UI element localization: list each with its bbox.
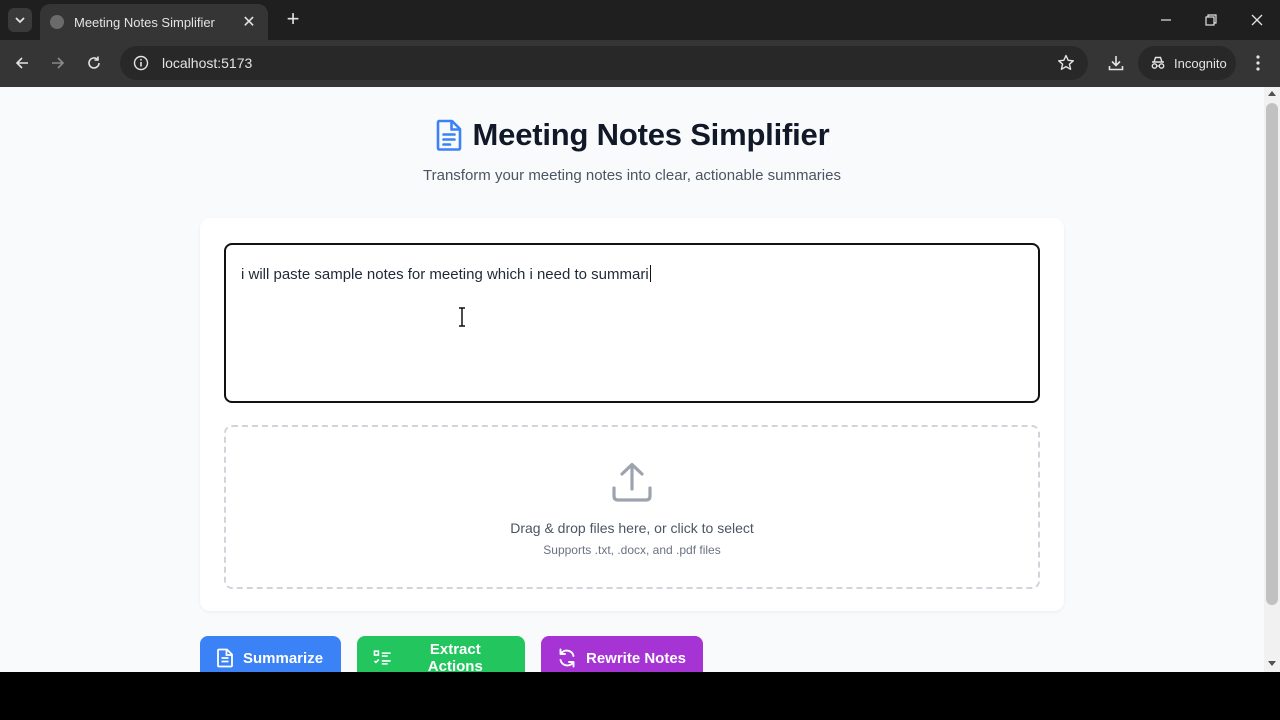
summarize-label: Summarize [243, 649, 324, 667]
browser-tab-bar: Meeting Notes Simplifier ✕ + [0, 0, 1280, 40]
restore-button[interactable] [1191, 6, 1231, 34]
page-header: Meeting Notes Simplifier Transform your … [0, 117, 1264, 184]
address-bar[interactable]: localhost:5173 [120, 46, 1088, 80]
star-icon[interactable] [1056, 53, 1076, 73]
url-text: localhost:5173 [162, 55, 253, 71]
title-row: Meeting Notes Simplifier [0, 117, 1264, 153]
more-vertical-icon [1256, 55, 1260, 71]
document-icon [217, 648, 233, 668]
minimize-button[interactable] [1146, 6, 1186, 34]
back-button[interactable] [8, 49, 36, 77]
scroll-thumb[interactable] [1266, 103, 1278, 605]
close-window-button[interactable] [1237, 6, 1277, 34]
page-subtitle: Transform your meeting notes into clear,… [423, 167, 841, 184]
notes-text: i will paste sample notes for meeting wh… [241, 266, 649, 283]
rewrite-notes-label: Rewrite Notes [586, 649, 687, 667]
close-icon[interactable]: ✕ [240, 12, 258, 32]
extract-actions-label: Extract Actions [427, 641, 483, 672]
minimize-icon [1161, 19, 1171, 21]
globe-icon [50, 15, 64, 29]
scroll-down-arrow[interactable] [1268, 661, 1276, 666]
notes-textarea[interactable]: i will paste sample notes for meeting wh… [224, 243, 1040, 403]
dropzone-main-text: Drag & drop files here, or click to sele… [510, 520, 754, 536]
input-card: i will paste sample notes for meeting wh… [200, 218, 1064, 611]
incognito-chip[interactable]: Incognito [1138, 46, 1236, 80]
text-caret [649, 265, 651, 282]
extract-actions-button[interactable]: Extract Actions [357, 636, 525, 672]
page-title: Meeting Notes Simplifier [472, 117, 830, 152]
download-icon [1108, 56, 1124, 71]
text-cursor-icon [459, 307, 465, 327]
info-icon[interactable] [132, 54, 150, 72]
downloads-button[interactable] [1102, 49, 1130, 77]
action-buttons: Summarize Extract Actions Rewrite Notes [200, 636, 703, 672]
rewrite-notes-button[interactable]: Rewrite Notes [541, 636, 703, 672]
checklist-icon [373, 650, 391, 665]
document-icon [436, 119, 461, 151]
arrow-right-icon [52, 57, 65, 69]
browser-menu-button[interactable] [1246, 49, 1270, 77]
tab-title: Meeting Notes Simplifier [74, 14, 215, 30]
chevron-down-icon [15, 17, 25, 24]
reload-button[interactable] [80, 49, 108, 77]
forward-button[interactable] [44, 49, 72, 77]
browser-toolbar: localhost:5173 Incognito [0, 40, 1280, 87]
new-tab-button[interactable]: + [282, 8, 304, 32]
bottom-letterbox [0, 672, 1280, 720]
file-dropzone[interactable]: Drag & drop files here, or click to sele… [224, 425, 1040, 589]
reload-icon [88, 56, 100, 69]
arrow-left-icon [15, 57, 28, 69]
page-scrollbar[interactable] [1264, 87, 1280, 672]
page-viewport: Meeting Notes Simplifier Transform your … [0, 87, 1264, 672]
incognito-icon [1151, 56, 1165, 69]
browser-tab[interactable]: Meeting Notes Simplifier ✕ [40, 4, 268, 40]
upload-icon [612, 462, 652, 502]
restore-icon [1205, 14, 1217, 26]
close-icon [1251, 14, 1263, 26]
tab-search-button[interactable] [8, 8, 32, 32]
summarize-button[interactable]: Summarize [200, 636, 341, 672]
incognito-label: Incognito [1174, 55, 1227, 71]
refresh-icon [559, 648, 575, 668]
dropzone-sub-text: Supports .txt, .docx, and .pdf files [543, 543, 721, 557]
scroll-up-arrow[interactable] [1268, 91, 1276, 96]
